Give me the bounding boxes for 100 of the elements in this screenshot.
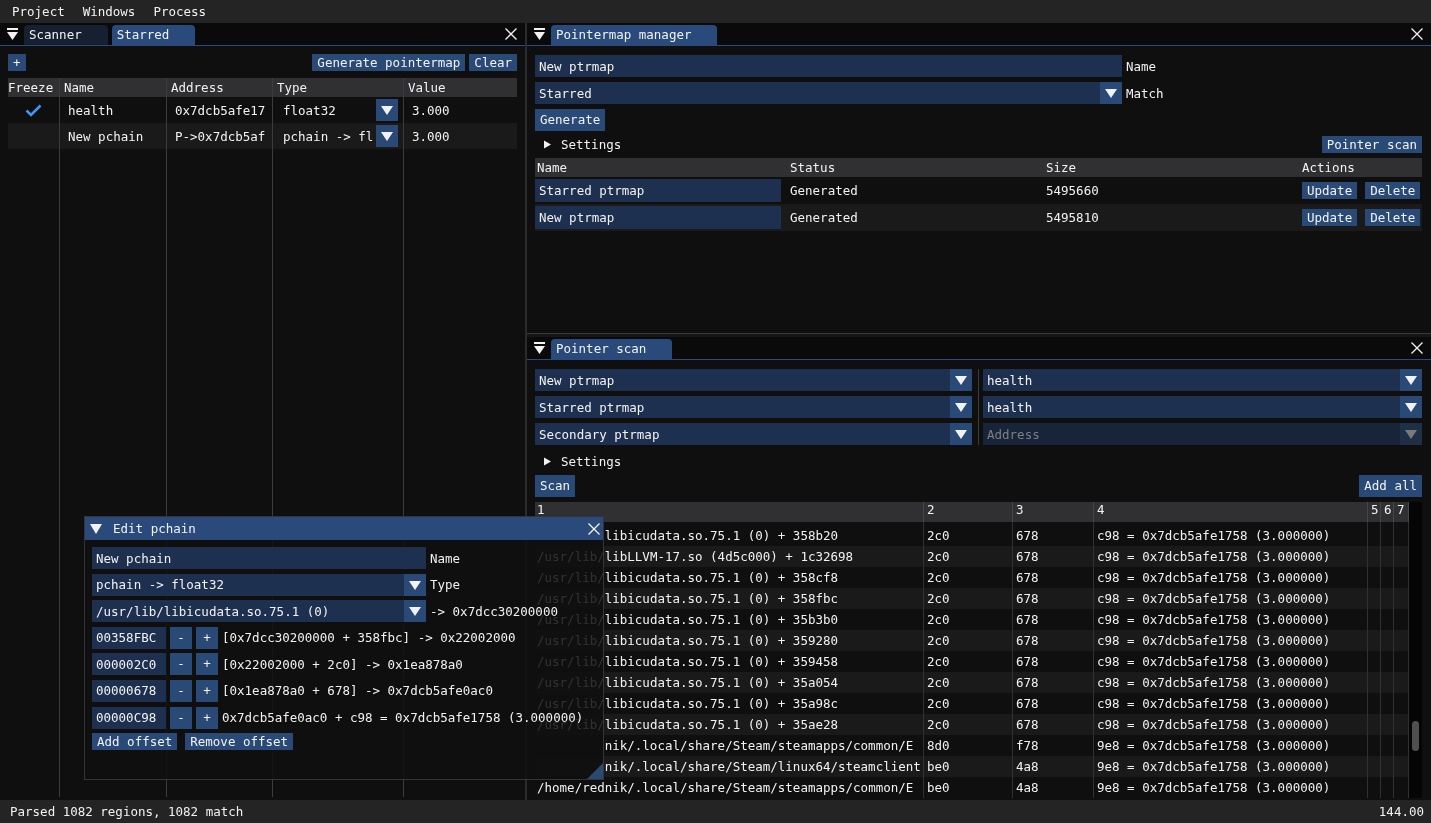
offset-field[interactable]: 00000C98 (92, 706, 166, 729)
settings-tree-node[interactable]: Settings (535, 454, 622, 469)
match-dropdown[interactable]: Starred (535, 82, 1122, 104)
column-header: Freeze (8, 80, 54, 95)
offset-result-text: c98 = 0x7dcb5afe1758 (3.000000) (1097, 570, 1331, 585)
offset-text: 678 (1016, 591, 1039, 606)
settings-tree-node[interactable]: Settings (535, 137, 622, 152)
decrement-button[interactable]: - (170, 679, 192, 702)
decrement-button[interactable]: - (170, 626, 192, 649)
offset-text: 2c0 (927, 591, 950, 606)
update-button[interactable]: Update (1302, 182, 1358, 199)
field-label: Match (1126, 85, 1164, 101)
ptrmap-dropdown[interactable]: Secondary ptrmap (535, 423, 972, 445)
delete-button[interactable]: Delete (1365, 182, 1421, 199)
target-dropdown[interactable]: health (983, 396, 1422, 418)
increment-button[interactable]: + (196, 706, 218, 729)
tab[interactable]: Pointermap manager (551, 25, 718, 45)
scrollbar[interactable] (1409, 502, 1422, 798)
close-icon[interactable] (505, 28, 517, 40)
update-button[interactable]: Update (1302, 209, 1358, 226)
add-offset-button[interactable]: Add offset (92, 733, 178, 751)
clear-button[interactable]: Clear (469, 54, 517, 71)
column-header: Value (408, 80, 446, 95)
offset-text: 678 (1016, 696, 1039, 711)
window-title: Edit pchain (113, 521, 196, 536)
menu-icon[interactable] (534, 28, 545, 40)
close-icon[interactable] (588, 522, 600, 535)
module-dropdown[interactable]: /usr/lib/libicudata.so.75.1 (0) (92, 600, 426, 623)
delete-button[interactable]: Delete (1365, 209, 1421, 226)
caret-down-icon (376, 125, 398, 147)
offset-field[interactable]: 00358FBC (92, 626, 166, 649)
decrement-button[interactable]: - (170, 706, 192, 729)
offset-field[interactable]: 000002C0 (92, 653, 166, 676)
menu-icon[interactable] (7, 28, 18, 40)
resize-grip-icon[interactable] (587, 763, 603, 779)
remove-offset-button[interactable]: Remove offset (185, 733, 294, 751)
offset-field[interactable]: 00000678 (92, 679, 166, 702)
pointer-result-text: [0x7dcc30200000 + 358fbc] -> 0x22002000 (222, 630, 516, 646)
scrollbar-thumb[interactable] (1412, 721, 1419, 751)
column-header: 3 (1016, 504, 1024, 516)
name-field[interactable]: New ptrmap (535, 55, 1122, 77)
tab[interactable]: Starred (111, 25, 196, 45)
column-header: 6 (1384, 504, 1392, 516)
offset-text: 678 (1016, 549, 1039, 564)
ptrmap-dropdown[interactable]: Starred ptrmap (535, 396, 972, 418)
increment-button[interactable]: + (196, 679, 218, 702)
close-icon[interactable] (1411, 342, 1423, 354)
caret-down-icon (404, 573, 426, 596)
column-header: Address (171, 80, 224, 95)
close-icon[interactable] (1411, 28, 1423, 40)
type-dropdown[interactable]: float32 (277, 99, 398, 121)
checkmark-icon[interactable] (25, 103, 42, 117)
offset-text: be0 (927, 780, 950, 795)
type-dropdown[interactable]: pchain -> fl (277, 125, 398, 147)
menu-icon[interactable] (534, 342, 545, 354)
target-dropdown[interactable]: health (983, 369, 1422, 391)
tab[interactable]: Pointer scan (551, 339, 673, 359)
pointer-scan-button[interactable]: Pointer scan (1321, 136, 1422, 153)
generate-pointermap-button[interactable]: Generate pointermap (312, 54, 466, 71)
column-header: 2 (927, 504, 935, 516)
column-header: 7 (1397, 504, 1405, 516)
add-all-button[interactable]: Add all (1359, 475, 1422, 497)
address-text: P->0x7dcb5af (175, 128, 266, 144)
decrement-button[interactable]: - (170, 653, 192, 676)
pointer-base-text: nik/.local/share/Steam/steamapps/common/E (604, 738, 914, 753)
caret-down-icon (1400, 396, 1422, 418)
tab[interactable]: Scanner (24, 25, 108, 45)
caret-down-icon (404, 600, 426, 623)
pointer-result-text: [0x1ea878a0 + 678] -> 0x7dcb5afe0ac0 (222, 683, 493, 699)
generate-button[interactable]: Generate (535, 109, 606, 131)
offset-result-text: c98 = 0x7dcb5afe1758 (3.000000) (1097, 612, 1331, 627)
menu-item[interactable]: Process (145, 4, 215, 19)
ptrmap-name-field[interactable]: New ptrmap (535, 206, 781, 229)
offset-text: 4a8 (1016, 759, 1039, 774)
field-label: Name (430, 550, 461, 566)
add-button[interactable]: + (8, 54, 26, 71)
offset-text: 2c0 (927, 675, 950, 690)
name-field[interactable]: New pchain (92, 547, 426, 569)
ptrmap-name-field[interactable]: Starred ptrmap (535, 179, 781, 202)
pointer-base-text: /home/rednik/.local/share/Steam/steamapps/common/E (537, 780, 914, 795)
caret-down-icon (376, 99, 398, 121)
name-text: health (68, 102, 114, 118)
offset-text: f78 (1016, 738, 1039, 753)
offset-text: 2c0 (927, 549, 950, 564)
scan-button[interactable]: Scan (535, 475, 576, 497)
type-dropdown[interactable]: pchain -> float32 (92, 573, 426, 596)
offset-result-text: 9e8 = 0x7dcb5afe1758 (3.000000) (1097, 738, 1331, 753)
offset-result-text: c98 = 0x7dcb5afe1758 (3.000000) (1097, 591, 1331, 606)
menu-item[interactable]: Project (4, 4, 73, 19)
pointer-base-text: libicudata.so.75.1 (0) + 358b20 (604, 528, 838, 543)
column-header: 4 (1097, 504, 1105, 516)
ptrmap-dropdown[interactable]: New ptrmap (535, 369, 972, 391)
offset-result-text: c98 = 0x7dcb5afe1758 (3.000000) (1097, 717, 1331, 732)
increment-button[interactable]: + (196, 653, 218, 676)
increment-button[interactable]: + (196, 626, 218, 649)
collapse-icon[interactable] (90, 523, 102, 534)
name-text: New pchain (68, 128, 144, 144)
menu-item[interactable]: Windows (74, 4, 144, 19)
column-header: Name (537, 160, 568, 175)
offset-text: 678 (1016, 654, 1039, 669)
